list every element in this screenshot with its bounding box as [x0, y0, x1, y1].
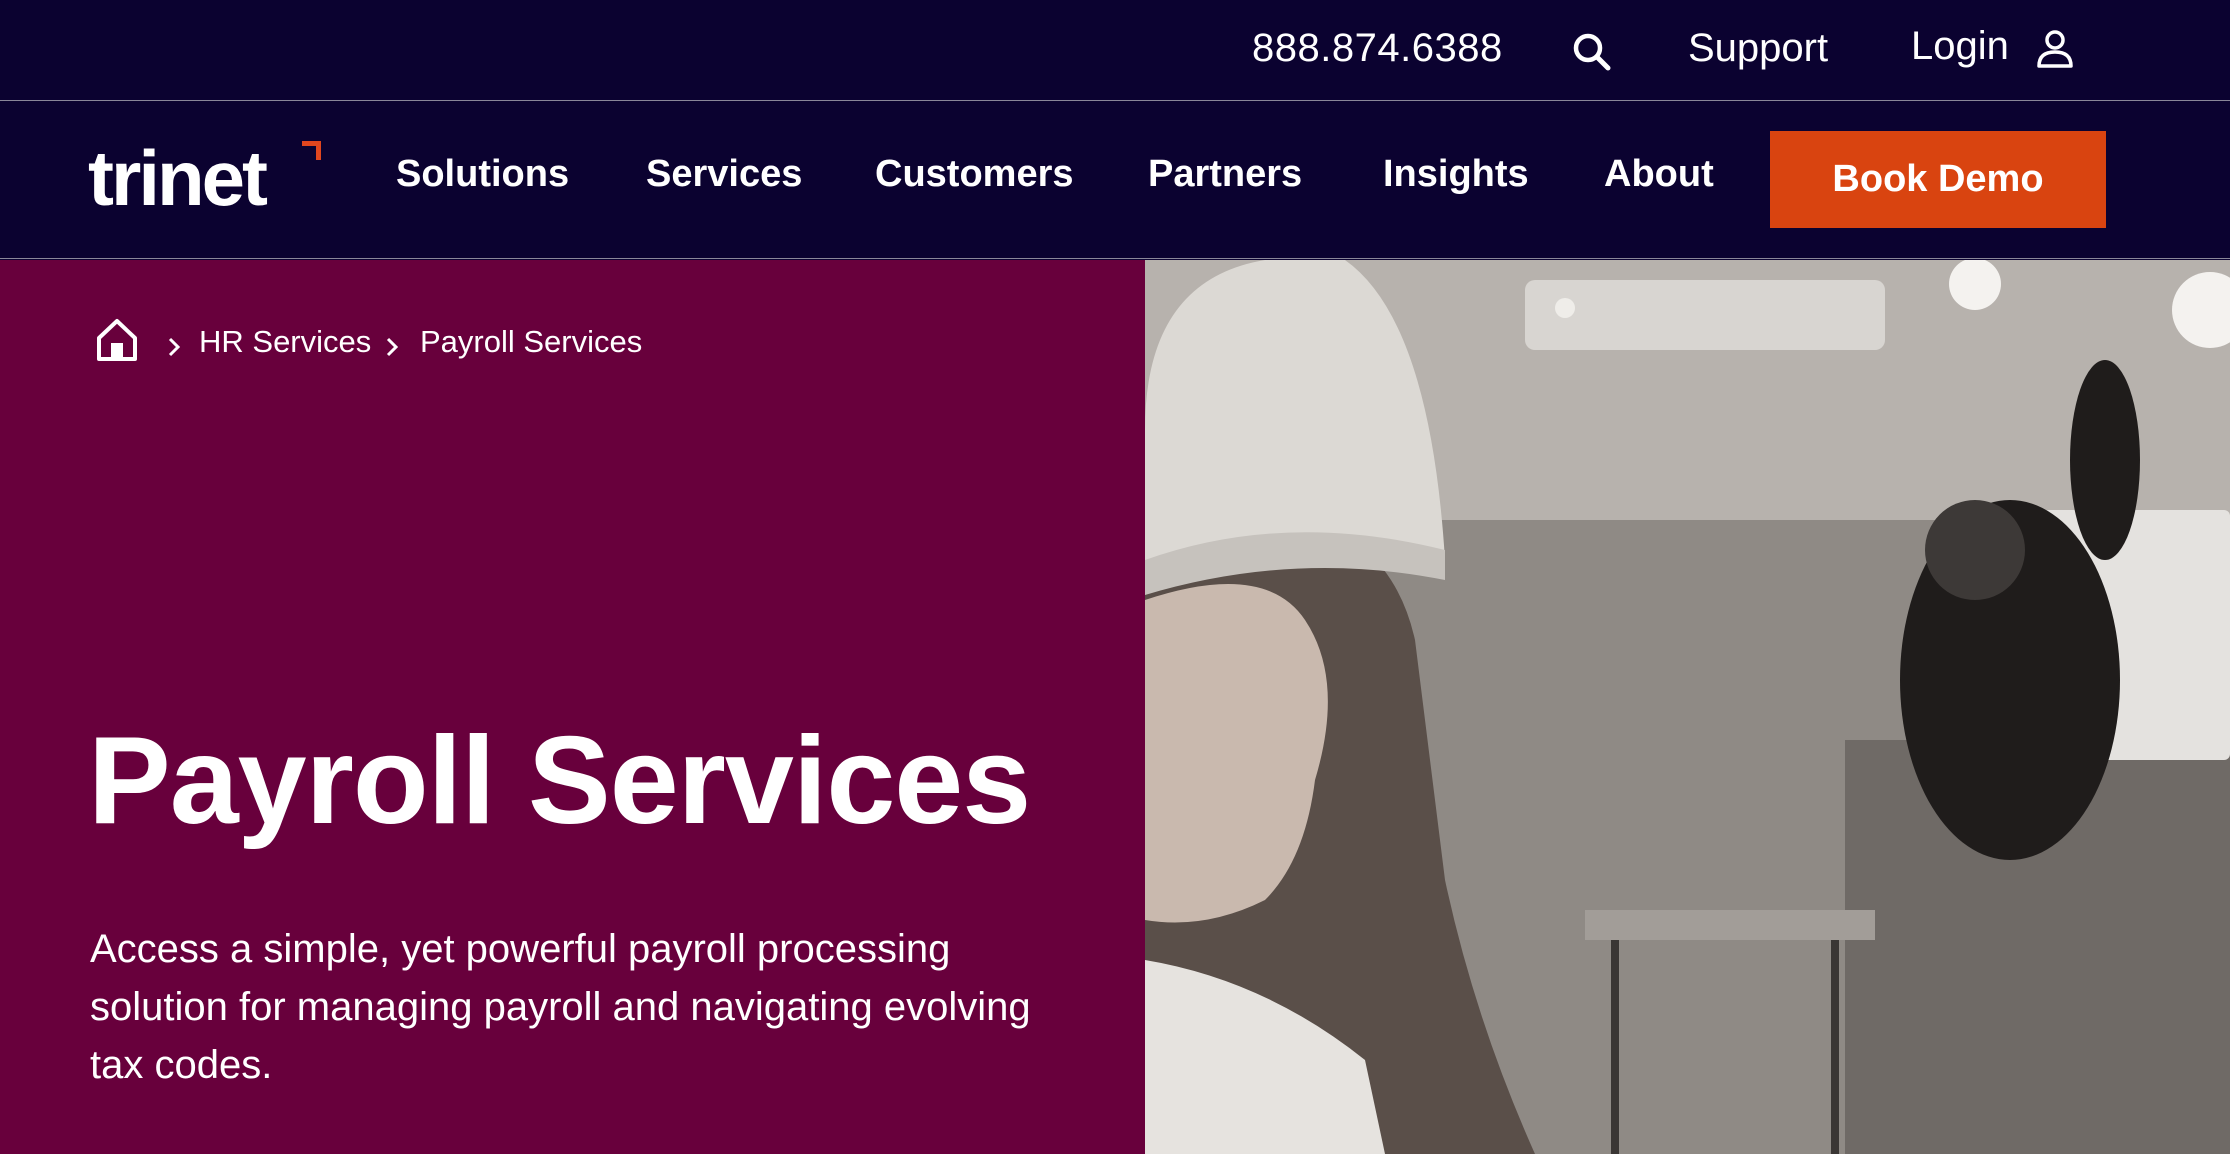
hero-photo-illustration: [1145, 260, 2230, 1154]
home-icon[interactable]: [96, 318, 138, 362]
logo-text: trinet: [88, 134, 268, 222]
book-demo-button[interactable]: Book Demo: [1770, 131, 2106, 228]
nav-item-partners[interactable]: Partners: [1148, 153, 1302, 196]
nav-item-customers[interactable]: Customers: [875, 153, 1074, 196]
nav-item-solutions[interactable]: Solutions: [396, 153, 569, 196]
breadcrumb-hr-services[interactable]: HR Services: [199, 324, 371, 360]
chevron-right-icon: [382, 330, 402, 357]
page-title: Payroll Services: [88, 712, 1031, 850]
nav-item-insights[interactable]: Insights: [1383, 153, 1529, 196]
hero-section: HR Services Payroll Services Payroll Ser…: [0, 260, 1145, 1154]
nav-item-services[interactable]: Services: [646, 153, 802, 196]
chevron-right-icon: [164, 330, 184, 357]
hero-photo: [1145, 260, 2230, 1154]
phone-number-link[interactable]: 888.874.6388: [1252, 26, 1503, 71]
user-icon[interactable]: [2032, 26, 2078, 72]
hero-description: Access a simple, yet powerful payroll pr…: [90, 927, 1031, 1087]
support-link[interactable]: Support: [1688, 26, 1828, 71]
logo-mark-icon: [302, 141, 321, 160]
breadcrumb-payroll-services: Payroll Services: [420, 324, 643, 359]
utility-bar: 888.874.6388 Support Login: [0, 0, 2230, 101]
login-link[interactable]: Login: [1911, 24, 2009, 69]
search-icon[interactable]: [1568, 28, 1616, 76]
trinet-logo[interactable]: trinet: [88, 139, 321, 217]
main-navigation: trinet Solutions Services Customers Part…: [0, 101, 2230, 259]
nav-item-about[interactable]: About: [1604, 153, 1714, 196]
